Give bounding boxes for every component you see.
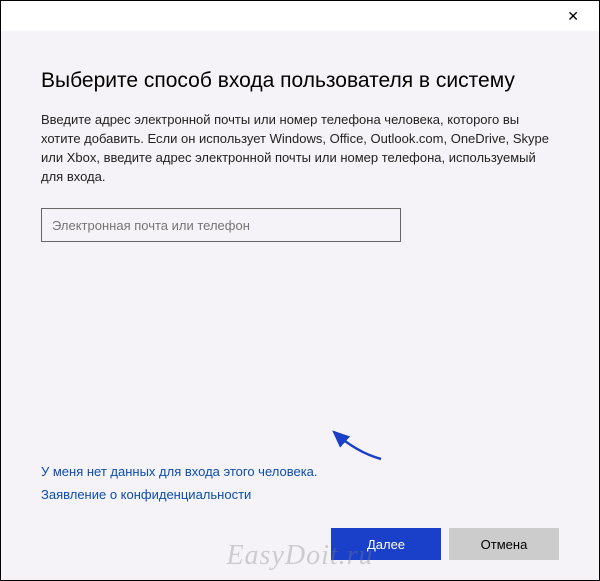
no-credentials-link[interactable]: У меня нет данных для входа этого челове… (41, 464, 559, 479)
dialog-heading: Выберите способ входа пользователя в сис… (41, 69, 559, 93)
button-row: Далее Отмена (41, 528, 559, 580)
links-section: У меня нет данных для входа этого челове… (41, 464, 559, 510)
privacy-link[interactable]: Заявление о конфиденциальности (41, 487, 559, 502)
dialog-description: Введите адрес электронной почты или номе… (41, 111, 559, 186)
titlebar: ✕ (1, 1, 599, 31)
email-phone-input[interactable] (41, 208, 401, 242)
dialog-content: Выберите способ входа пользователя в сис… (1, 31, 599, 580)
cancel-button[interactable]: Отмена (449, 528, 559, 560)
close-icon[interactable]: ✕ (559, 4, 587, 29)
next-button[interactable]: Далее (331, 528, 441, 560)
spacer (41, 242, 559, 464)
